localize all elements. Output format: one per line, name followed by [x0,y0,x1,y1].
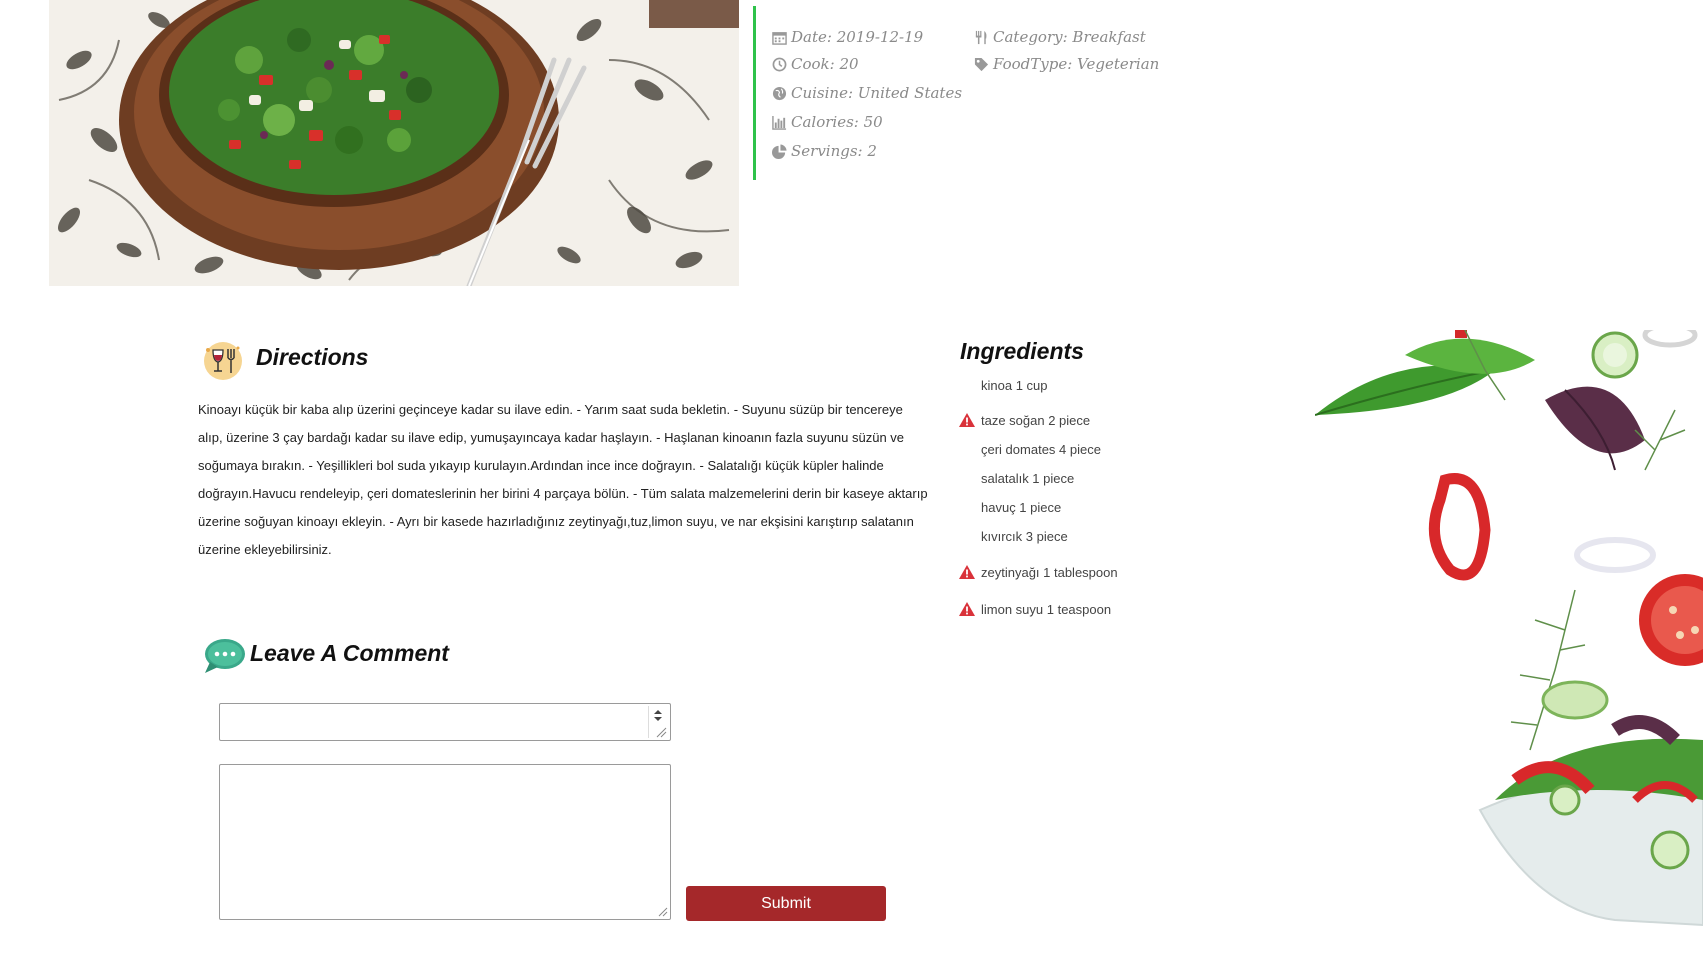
ingredient-item: kıvırcık 3 piece [958,529,1068,544]
pie-chart-icon [772,143,787,159]
warning-icon [959,413,975,427]
directions-text: Kinoayı küçük bir kaba alıp üzerini geçi… [198,402,928,557]
globe-icon [772,86,787,100]
recipe-meta: Date: 2019-12-19 Cook: 20 Cuisine: Unite… [753,6,1216,180]
comment-textarea[interactable] [219,764,671,920]
meta-calories-text: Calories: 50 [791,113,883,131]
meta-category: Category: Breakfast [973,28,1146,46]
comment-name-input[interactable] [219,703,671,741]
meta-cuisine: Cuisine: United States [771,84,962,102]
ingredients-title: Ingredients [960,338,1084,364]
meta-servings: Servings: 2 [771,142,877,160]
meta-foodtype-text: FoodType: Vegeterian [993,55,1160,73]
ingredient-text: çeri domates 4 piece [981,442,1101,457]
meta-date-text: Date: 2019-12-19 [791,28,924,46]
meta-calories: Calories: 50 [771,113,883,131]
chat-bubble-icon [205,639,245,673]
ingredient-item: havuç 1 piece [958,500,1061,515]
resize-grip-icon[interactable] [658,907,668,917]
ingredient-text: kıvırcık 3 piece [981,529,1068,544]
meta-cuisine-text: Cuisine: United States [791,84,963,102]
tag-icon [974,57,989,71]
meta-foodtype: FoodType: Vegeterian [973,55,1159,73]
ingredient-text: havuç 1 piece [981,500,1062,515]
ingredient-item: çeri domates 4 piece [958,442,1101,457]
calendar-icon [772,31,787,45]
ingredient-item: zeytinyağı 1 tablespoon [958,564,1118,580]
ingredient-text: zeytinyağı 1 tablespoon [981,564,1118,580]
ingredient-text: kinoa 1 cup [981,378,1048,393]
vegetables-decoration [1315,330,1703,930]
submit-button[interactable]: Submit [686,886,886,921]
recipe-photo [49,0,739,286]
wine-fork-icon [204,342,242,380]
bar-chart-icon [772,115,787,130]
warning-icon [959,565,975,579]
meta-cook: Cook: 20 [771,55,859,73]
meta-servings-text: Servings: 2 [791,142,877,160]
meta-cook-text: Cook: 20 [791,55,859,73]
ingredient-text: taze soğan 2 piece [981,412,1091,428]
comment-title: Leave A Comment [250,640,449,666]
meta-category-text: Category: Breakfast [993,28,1146,46]
meta-date: Date: 2019-12-19 [771,28,923,46]
clock-icon [772,57,787,71]
directions-title: Directions [256,344,369,370]
spinner-arrows-icon[interactable] [648,706,667,738]
warning-icon [959,602,975,616]
ingredient-item: salatalık 1 piece [958,471,1074,486]
utensils-icon [975,30,987,44]
ingredient-item: taze soğan 2 piece [958,412,1090,428]
ingredient-item: limon suyu 1 teaspoon [958,601,1111,617]
ingredient-item: kinoa 1 cup [958,378,1048,393]
ingredient-text: limon suyu 1 teaspoon [981,601,1112,617]
ingredient-text: salatalık 1 piece [981,471,1075,486]
